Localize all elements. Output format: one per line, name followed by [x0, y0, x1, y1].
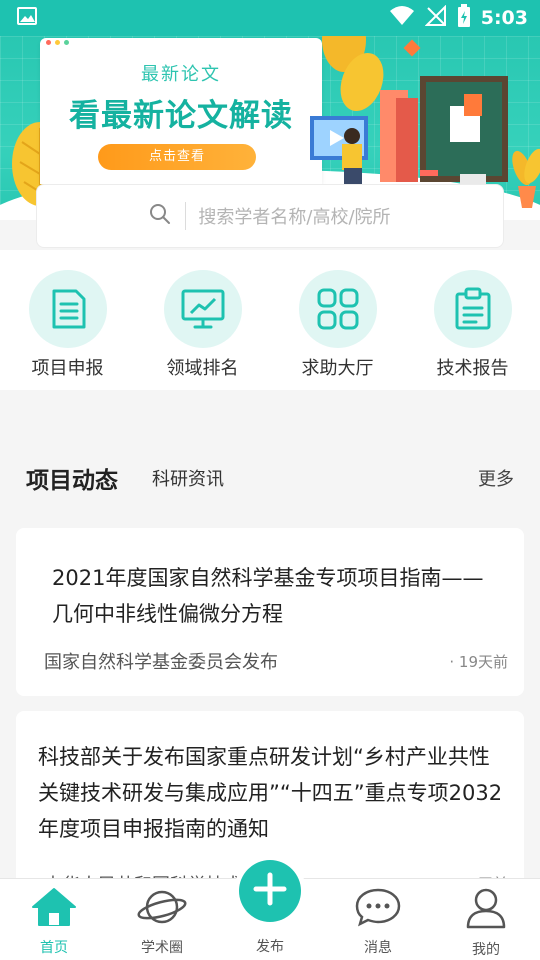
- grid-icon: [298, 270, 377, 348]
- search-divider: [185, 202, 187, 230]
- quick-nav: 项目申报 领域排名 求助大厅 技术报告: [0, 250, 540, 390]
- quick-nav-label: 领域排名: [166, 358, 239, 379]
- article-source: 国家自然科学基金委员会发布: [44, 652, 278, 673]
- publish-button[interactable]: [239, 860, 301, 922]
- image-icon: [16, 5, 38, 31]
- nav-label: 发布: [256, 939, 284, 955]
- quick-nav-help-hall[interactable]: 求助大厅: [288, 250, 388, 390]
- status-time: 5:03: [480, 7, 528, 29]
- search-bar[interactable]: 搜索学者名称/高校/院所: [36, 184, 504, 248]
- chart-board-icon: [163, 270, 242, 348]
- search-input[interactable]: 搜索学者名称/高校/院所: [198, 203, 390, 229]
- tab-project-news[interactable]: 项目动态: [26, 461, 118, 495]
- banner-view-button[interactable]: 点击查看: [98, 144, 256, 170]
- banner-subtitle: 最新论文: [141, 64, 221, 85]
- nav-label: 首页: [40, 940, 68, 956]
- planet-icon: [136, 887, 188, 931]
- article-time: · 19天前: [449, 653, 508, 671]
- nav-messages[interactable]: 消息: [324, 879, 432, 960]
- battery-icon: [457, 4, 471, 32]
- quick-nav-label: 求助大厅: [301, 358, 374, 379]
- article-title: 2021年度国家自然科学基金专项项目指南——几何中非线性偏微分方程: [52, 566, 484, 626]
- quick-nav-label: 技术报告: [436, 358, 509, 379]
- quick-nav-project-apply[interactable]: 项目申报: [18, 250, 118, 390]
- article-title: 科技部关于发布国家重点研发计划“乡村产业共性关键技术研发与集成应用”“十四五”重…: [38, 745, 503, 841]
- document-icon: [28, 270, 107, 348]
- quick-nav-label: 项目申报: [31, 358, 104, 379]
- nav-label: 学术圈: [141, 940, 183, 956]
- article-card[interactable]: 2021年度国家自然科学基金专项项目指南——几何中非线性偏微分方程 国家自然科学…: [16, 528, 524, 696]
- signal-icon: [424, 4, 447, 31]
- banner-title: 看最新论文解读: [69, 98, 293, 134]
- tab-research-news[interactable]: 科研资讯: [152, 465, 224, 491]
- window-dots: [46, 40, 69, 45]
- home-icon: [31, 887, 77, 931]
- nav-academic-circle[interactable]: 学术圈: [108, 879, 216, 960]
- chat-icon: [354, 887, 402, 931]
- banner-card: 最新论文 看最新论文解读 点击查看: [40, 38, 322, 184]
- section-header: 项目动态 科研资讯 更多: [0, 455, 540, 501]
- nav-label: 消息: [364, 940, 392, 956]
- wifi-icon: [389, 5, 415, 31]
- quick-nav-field-ranking[interactable]: 领域排名: [153, 250, 253, 390]
- clipboard-icon: [433, 270, 512, 348]
- more-link[interactable]: 更多: [478, 465, 514, 491]
- user-icon: [464, 887, 508, 933]
- quick-nav-tech-report[interactable]: 技术报告: [423, 250, 523, 390]
- search-icon: [149, 203, 171, 229]
- nav-profile[interactable]: 我的: [432, 879, 540, 960]
- status-bar: 5:03: [0, 0, 540, 36]
- nav-label: 我的: [472, 942, 500, 958]
- plus-icon: [253, 872, 287, 910]
- nav-home[interactable]: 首页: [0, 879, 108, 960]
- screen: 5:03 最新论文 看最新论文解读 点击查看 搜索学者名称/高校/院所 项目申报…: [0, 0, 540, 960]
